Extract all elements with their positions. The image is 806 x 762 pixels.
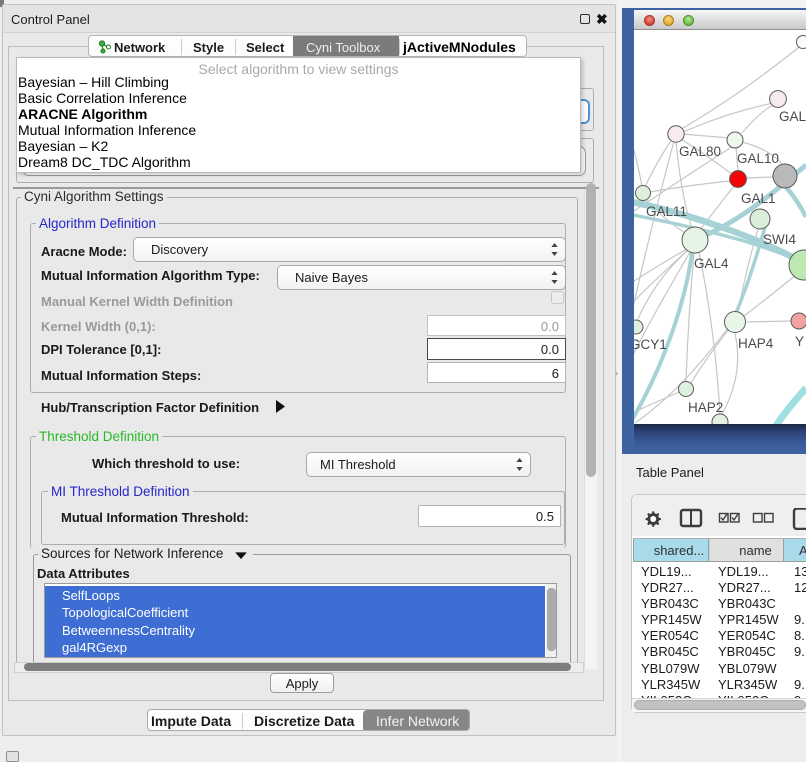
svg-text:Y: Y: [795, 334, 804, 349]
svg-text:GAL: GAL: [779, 109, 806, 124]
svg-text:SWI4: SWI4: [763, 232, 796, 247]
svg-text:GAL10: GAL10: [737, 151, 779, 166]
svg-text:GAL11: GAL11: [646, 204, 687, 219]
svg-text:HAP2: HAP2: [688, 400, 723, 415]
svg-text:GAL80: GAL80: [679, 144, 721, 159]
svg-text:GCY1: GCY1: [634, 337, 667, 352]
svg-text:GAL4: GAL4: [694, 256, 729, 271]
svg-text:HAP4: HAP4: [738, 336, 774, 351]
svg-text:GAL1: GAL1: [741, 191, 776, 206]
